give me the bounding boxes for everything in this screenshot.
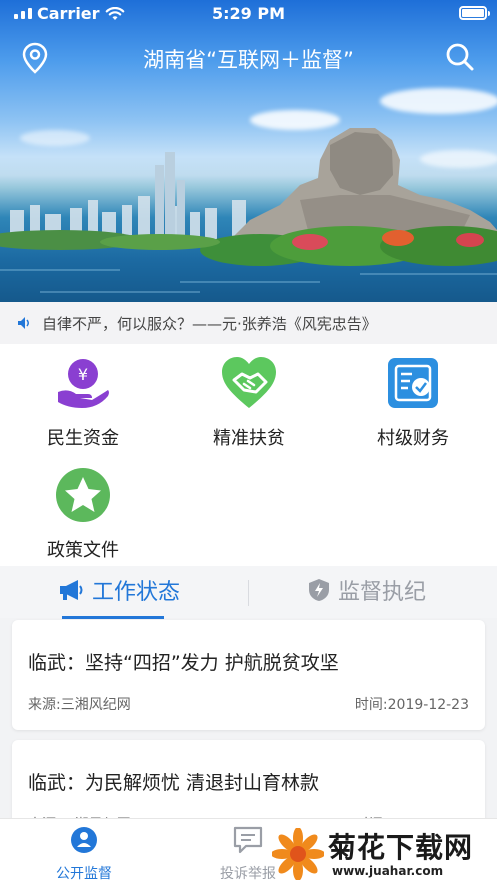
active-tab-indicator xyxy=(62,616,164,619)
news-date: 时间:2019-12-23 xyxy=(354,697,469,713)
chat-bubble-icon xyxy=(233,826,263,854)
service-grid: ¥ 民生资金 精准扶贫 村级财务 政策文件 xyxy=(0,344,497,566)
ledger-check-icon xyxy=(388,358,438,408)
speaker-icon xyxy=(18,317,29,329)
svg-text:¥: ¥ xyxy=(78,365,88,384)
news-card[interactable]: 临武：坚持“四招”发力 护航脱贫攻坚 来源:三湘风纪网 时间:2019-12-2… xyxy=(12,620,485,730)
service-label: 村级财务 xyxy=(377,428,449,449)
tab-label: 工作状态 xyxy=(92,580,181,605)
battery-icon xyxy=(459,6,490,20)
page-title: 湖南省“互联网＋监督” xyxy=(143,48,354,72)
section-tabs: 工作状态 监督执纪 xyxy=(0,566,497,619)
handshake-heart-icon xyxy=(222,357,276,408)
watermark-url: www.juahar.com xyxy=(332,864,444,878)
shield-bolt-icon xyxy=(309,579,329,601)
news-title: 临武：为民解烦忧 清退封山育林款 xyxy=(28,772,320,794)
service-label: 民生资金 xyxy=(47,428,119,449)
watermark-title: 菊花下载网 xyxy=(328,831,474,864)
tab-supervision[interactable]: 监督执纪 xyxy=(308,574,426,606)
notice-ticker[interactable]: 自律不严，何以服众？——元·张养浩《风宪忠告》 xyxy=(0,302,497,344)
tab-label: 监督执纪 xyxy=(338,580,427,605)
status-bar: Carrier 5:29 PM xyxy=(0,0,497,28)
hero-banner: Carrier 5:29 PM 湖南省“互联网＋监督” xyxy=(0,0,497,302)
nav-label: 公开监督 xyxy=(56,866,112,882)
service-label: 政策文件 xyxy=(47,540,119,561)
tab-divider xyxy=(248,580,249,606)
notice-text: 自律不严，何以服众？——元·张养浩《风宪忠告》 xyxy=(42,314,377,333)
nav-public-supervision[interactable]: 公开监督 xyxy=(24,825,144,883)
service-village-finance[interactable]: 村级财务 xyxy=(348,354,478,450)
app-header: 湖南省“互联网＋监督” xyxy=(0,36,497,78)
status-time: 5:29 PM xyxy=(211,4,285,23)
person-badge-icon xyxy=(71,827,97,853)
news-title: 临武：坚持“四招”发力 护航脱贫攻坚 xyxy=(28,652,339,674)
service-policy-documents[interactable]: 政策文件 xyxy=(18,466,148,562)
service-livelihood-funds[interactable]: ¥ 民生资金 xyxy=(18,354,148,450)
search-icon[interactable] xyxy=(445,42,475,72)
site-watermark: 菊花下载网 www.juahar.com xyxy=(272,826,494,882)
service-poverty-alleviation[interactable]: 精准扶贫 xyxy=(184,354,314,450)
service-label: 精准扶贫 xyxy=(213,428,285,449)
chrysanthemum-logo-icon xyxy=(272,828,324,880)
tab-work-status[interactable]: 工作状态 xyxy=(58,574,180,606)
news-source: 来源:三湘风纪网 xyxy=(28,697,131,713)
megaphone-icon xyxy=(60,580,83,600)
star-circle-icon xyxy=(56,468,110,522)
hand-yen-icon: ¥ xyxy=(58,359,109,408)
